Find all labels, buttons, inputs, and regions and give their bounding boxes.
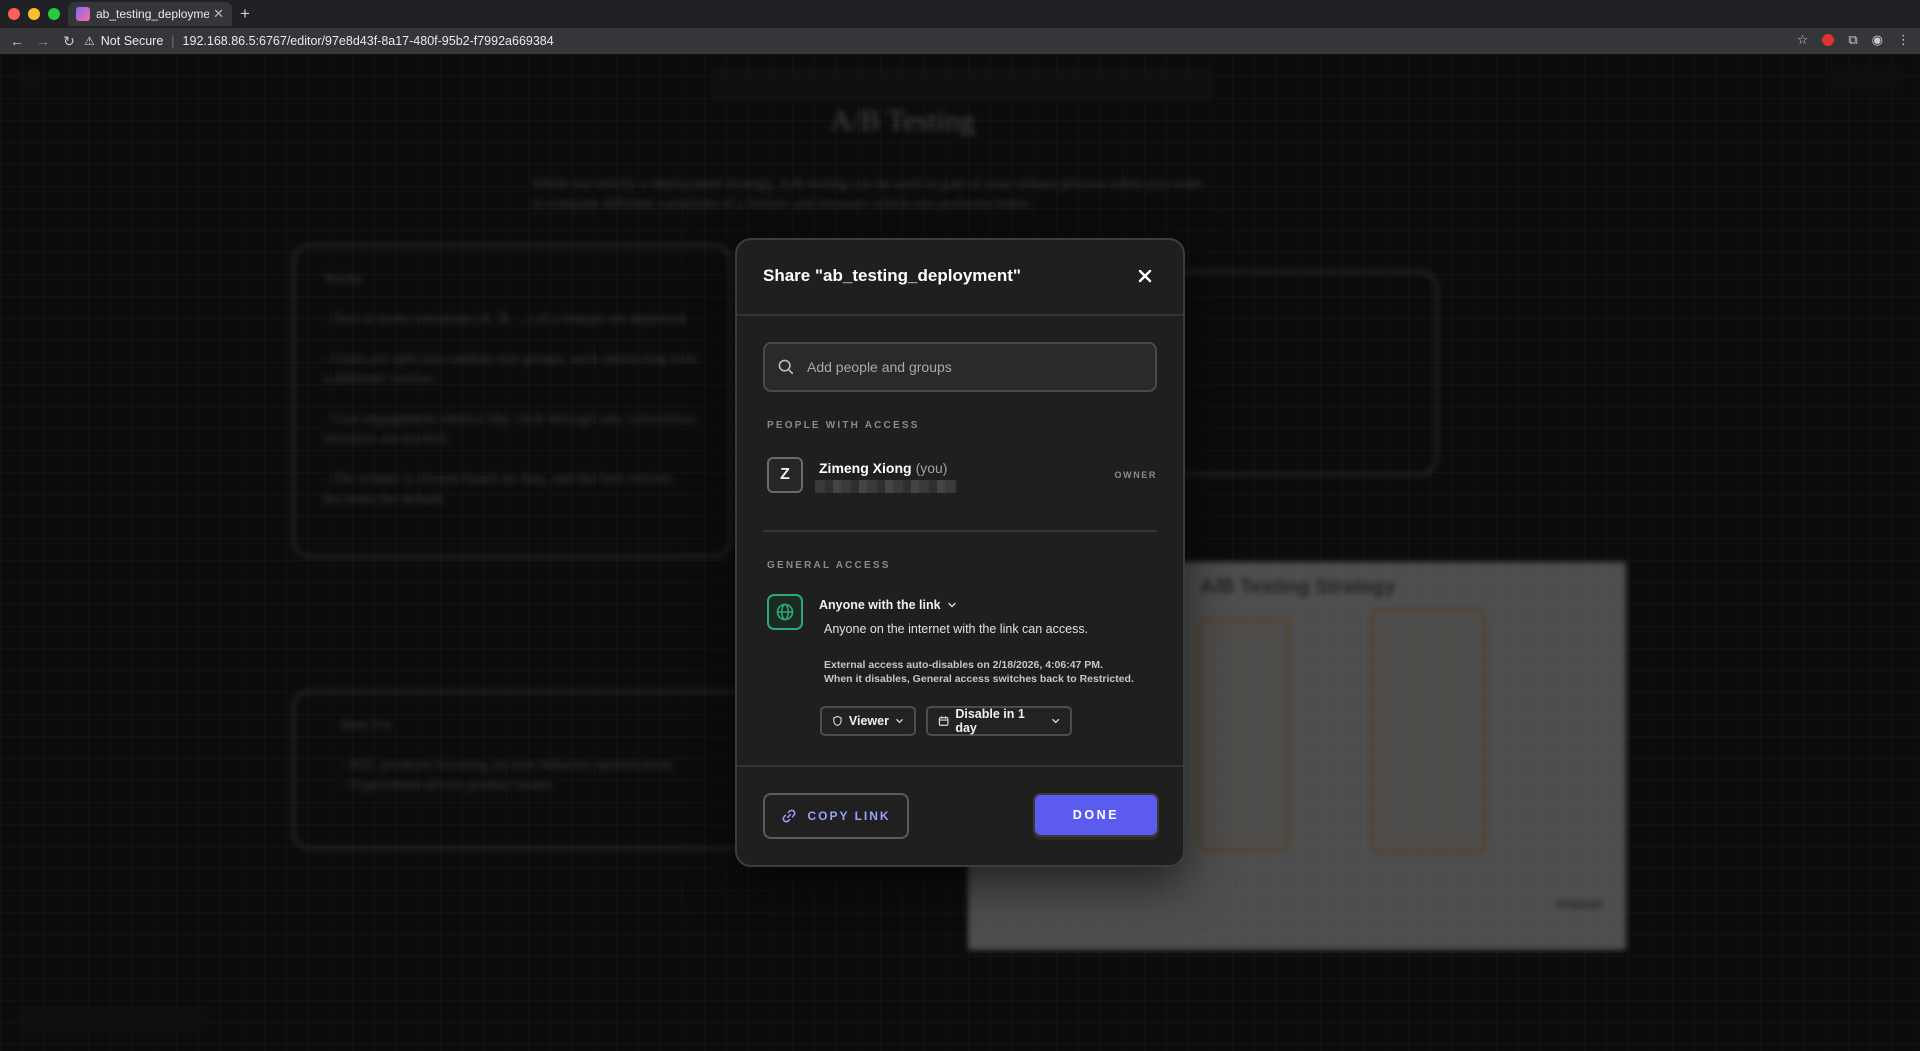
add-people-input[interactable] bbox=[805, 358, 1139, 376]
security-label[interactable]: Not Secure bbox=[101, 34, 164, 48]
general-access-description: Anyone on the internet with the link can… bbox=[824, 622, 1089, 636]
auto-disable-note-line: External access auto-disables on 2/18/20… bbox=[824, 659, 1103, 671]
link-icon bbox=[783, 809, 796, 823]
expiry-value: Disable in 1 day bbox=[955, 707, 1025, 735]
url-text[interactable]: 192.168.86.5:6767/editor/97e8d43f-8a17-4… bbox=[183, 34, 554, 48]
search-icon bbox=[778, 359, 794, 375]
shield-icon bbox=[833, 715, 842, 727]
tab-title: ab_testing_deployment bbox=[96, 7, 210, 21]
url-separator: | bbox=[171, 34, 175, 48]
copy-link-label: COPY LINK bbox=[807, 809, 891, 823]
reload-icon[interactable]: ↻ bbox=[60, 33, 78, 50]
globe-badge bbox=[767, 594, 803, 630]
new-tab-icon[interactable]: + bbox=[240, 4, 250, 24]
address-bar: ← → ↻ ⚠ Not Secure | 192.168.86.5:6767/e… bbox=[0, 28, 1920, 54]
tab-close-icon[interactable]: ✕ bbox=[213, 6, 224, 22]
auto-disable-note: External access auto-disables on 2/18/20… bbox=[824, 658, 1164, 686]
browser-menu-icon[interactable]: ⋮ bbox=[1897, 32, 1910, 48]
done-button[interactable]: DONE bbox=[1033, 793, 1159, 837]
general-access-dropdown[interactable]: Anyone with the link bbox=[819, 598, 957, 612]
you-tag: (you) bbox=[915, 460, 948, 476]
share-dialog-footer: COPY LINK DONE bbox=[737, 765, 1183, 865]
globe-icon bbox=[776, 603, 794, 621]
url-field[interactable]: ⚠ Not Secure | 192.168.86.5:6767/editor/… bbox=[84, 30, 1784, 52]
minimize-window-button[interactable] bbox=[28, 8, 40, 20]
expiry-dropdown[interactable]: Disable in 1 day bbox=[926, 706, 1072, 736]
profile-icon[interactable]: ◉ bbox=[1872, 32, 1883, 48]
redacted-email bbox=[815, 480, 957, 493]
share-dialog-header: Share "ab_testing_deployment" bbox=[737, 240, 1183, 316]
general-access-label: GENERAL ACCESS bbox=[767, 560, 891, 571]
browser-tab-strip: ab_testing_deployment ✕ + bbox=[0, 0, 1920, 28]
person-row: Z Zimeng Xiong (you) OWNER bbox=[767, 456, 1157, 496]
people-with-access-label: PEOPLE WITH ACCESS bbox=[767, 420, 920, 431]
permission-value: Viewer bbox=[848, 714, 889, 728]
browser-tab[interactable]: ab_testing_deployment ✕ bbox=[68, 2, 232, 26]
bookmark-star-icon[interactable]: ☆ bbox=[1797, 32, 1809, 48]
owner-role-badge: OWNER bbox=[1114, 470, 1157, 480]
chevron-down-icon bbox=[947, 602, 956, 608]
person-name: Zimeng Xiong (you) bbox=[819, 460, 947, 476]
close-window-button[interactable] bbox=[8, 8, 20, 20]
copy-link-button[interactable]: COPY LINK bbox=[763, 793, 909, 839]
general-access-value: Anyone with the link bbox=[819, 598, 941, 612]
window-controls bbox=[8, 8, 60, 20]
section-divider bbox=[763, 530, 1157, 532]
share-dialog-title: Share "ab_testing_deployment" bbox=[763, 266, 1021, 285]
close-dialog-button[interactable] bbox=[1133, 264, 1157, 288]
maximize-window-button[interactable] bbox=[48, 8, 60, 20]
calendar-icon bbox=[938, 716, 949, 726]
share-dialog: Share "ab_testing_deployment" PEOPLE WIT… bbox=[735, 238, 1185, 867]
extensions-puzzle-icon[interactable]: ⧉ bbox=[1848, 32, 1857, 48]
avatar: Z bbox=[767, 457, 803, 493]
back-icon[interactable]: ← bbox=[8, 33, 26, 49]
forward-icon[interactable]: → bbox=[34, 33, 52, 49]
auto-disable-note-line: When it disables, General access switche… bbox=[824, 673, 1134, 685]
favicon-icon bbox=[76, 7, 90, 21]
browser-actions: ☆ ⧉ ◉ ⋮ bbox=[1797, 32, 1910, 48]
chevron-down-icon bbox=[896, 719, 903, 724]
chevron-down-icon bbox=[1051, 718, 1059, 724]
extension-icon[interactable] bbox=[1822, 34, 1835, 46]
close-icon bbox=[1138, 269, 1152, 283]
person-name-text: Zimeng Xiong bbox=[819, 460, 912, 476]
permission-dropdown[interactable]: Viewer bbox=[820, 706, 916, 736]
warning-icon: ⚠ bbox=[84, 34, 95, 48]
add-people-search[interactable] bbox=[763, 342, 1157, 392]
